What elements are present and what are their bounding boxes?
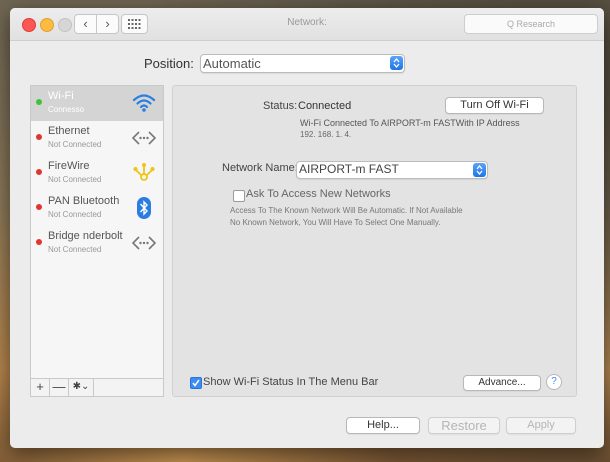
checkmark-icon: [192, 379, 200, 387]
service-name: FireWire: [48, 160, 90, 172]
ask-new-networks-checkbox[interactable]: [233, 190, 245, 202]
menubar-status-label[interactable]: Show Wi-Fi Status In The Menu Bar: [203, 376, 378, 388]
position-label: Position:: [144, 56, 194, 71]
service-name: Ethernet: [48, 125, 90, 137]
sidebar-toolbar: + — ✱⌄: [31, 378, 163, 396]
firewire-icon: [131, 161, 157, 185]
apply-button[interactable]: Apply: [506, 417, 576, 434]
position-select[interactable]: Automatic: [200, 54, 405, 73]
add-service-button[interactable]: +: [31, 379, 50, 396]
sidebar-item-ethernet[interactable]: Ethernet Not Connected: [31, 121, 163, 156]
status-dot: [36, 134, 42, 140]
ask-description-line-1: Access To The Known Network Will Be Auto…: [230, 206, 463, 215]
ask-description-line-2: No Known Network, You Will Have To Selec…: [230, 218, 441, 227]
status-value: Connected: [298, 100, 352, 112]
assist-me-button[interactable]: Help...: [346, 417, 420, 434]
sidebar-item-bluetooth[interactable]: PAN Bluetooth Not Connected: [31, 191, 163, 226]
service-sidebar: Wi-Fi Connesso Ethernet Not Connected FireWi…: [30, 85, 164, 397]
title-bar: ‹ › Network: Q Research: [10, 8, 604, 41]
network-preferences-window: ‹ › Network: Q Research Position: Automa…: [10, 8, 604, 448]
service-status: Not Connected: [48, 210, 102, 219]
gear-menu-button[interactable]: ✱⌄: [69, 379, 94, 396]
bridge-icon: [131, 231, 157, 255]
updown-arrow-icon: [473, 163, 486, 177]
updown-arrow-icon: [390, 56, 403, 70]
service-list: Wi-Fi Connesso Ethernet Not Connected FireWi…: [31, 86, 163, 261]
sidebar-item-firewire[interactable]: FireWire Not Connected: [31, 156, 163, 191]
wifi-icon: [131, 91, 157, 115]
help-icon[interactable]: ?: [546, 374, 562, 390]
revert-button[interactable]: Restore: [428, 417, 500, 434]
network-name-label: Network Name:: [222, 162, 298, 174]
status-dot: [36, 169, 42, 175]
search-input[interactable]: Q Research: [464, 14, 598, 34]
service-name: Wi-Fi: [48, 90, 74, 102]
sidebar-item-wifi[interactable]: Wi-Fi Connesso: [31, 86, 163, 121]
network-name-value: AIRPORT-m FAST: [299, 162, 399, 176]
status-description: Wi-Fi Connected To AIRPORT-m FASTWith IP…: [300, 118, 520, 128]
status-label: Status:: [263, 100, 298, 112]
turn-off-wifi-button[interactable]: Turn Off Wi-Fi: [445, 97, 544, 114]
service-status: Not Connected: [48, 140, 102, 149]
menubar-status-checkbox[interactable]: [190, 377, 202, 389]
detail-pane: Status: Connected Turn Off Wi-Fi Wi-Fi C…: [172, 85, 577, 397]
service-name: PAN Bluetooth: [48, 195, 120, 207]
remove-service-button[interactable]: —: [50, 379, 69, 396]
ethernet-icon: [131, 126, 157, 150]
service-status: Not Connected: [48, 245, 102, 254]
ask-new-networks-label[interactable]: Ask To Access New Networks: [246, 188, 391, 200]
bluetooth-icon: [131, 196, 157, 220]
sidebar-item-bridge[interactable]: Bridge nderbolt Not Connected: [31, 226, 163, 261]
service-name: Bridge nderbolt: [48, 230, 123, 242]
status-dot: [36, 204, 42, 210]
network-name-select[interactable]: AIRPORT-m FAST: [296, 161, 488, 179]
advanced-button[interactable]: Advance...: [463, 375, 541, 391]
position-value: Automatic: [203, 56, 261, 71]
service-status: Connesso: [48, 105, 85, 114]
service-status: Not Connected: [48, 175, 102, 184]
status-dot: [36, 239, 42, 245]
status-dot: [36, 99, 42, 105]
ip-address: 192. 168. 1. 4.: [300, 130, 352, 139]
